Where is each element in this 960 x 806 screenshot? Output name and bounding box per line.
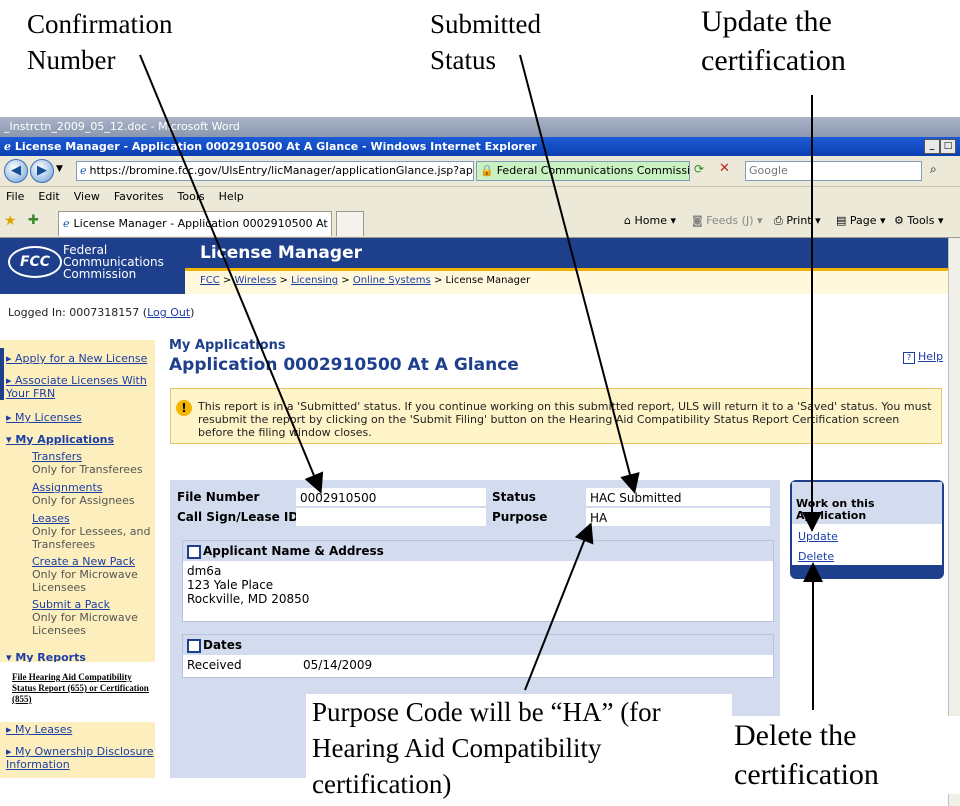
- annotation-arrows: [139, 54, 823, 710]
- arrow-purpose: [524, 522, 594, 691]
- arrow-confirmation: [139, 54, 324, 494]
- arrow-status: [519, 54, 640, 494]
